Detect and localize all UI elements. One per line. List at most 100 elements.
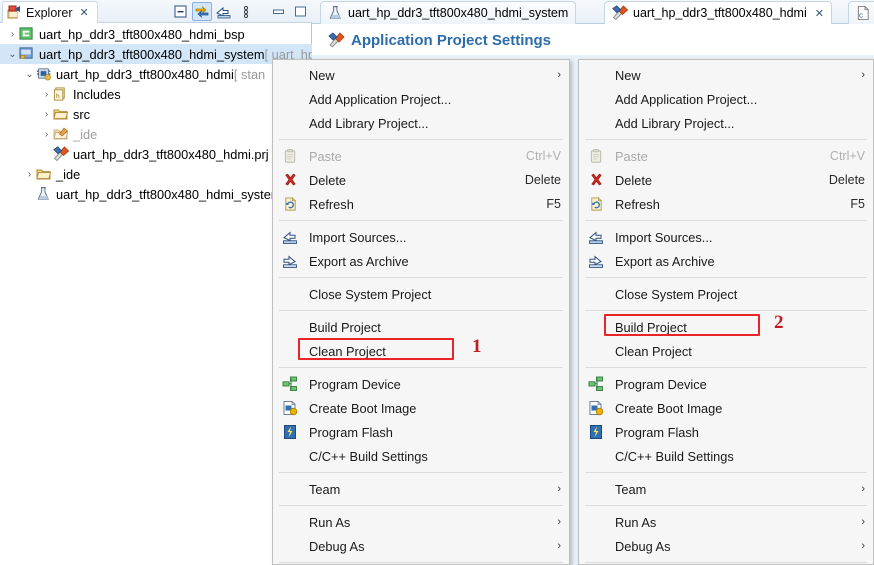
build-menu-item-cpp-build-settings[interactable]: C/C++ Build Settings <box>579 444 873 468</box>
tree-item-uart-hp-ddr3-tft800x480-hdmi[interactable]: ⌄ uart_hp_ddr3_tft800x480_hdmi [ stan <box>0 64 312 84</box>
tree-item-label: uart_hp_ddr3_tft800x480_hdmi_system <box>39 46 265 62</box>
build-menu-item-clean-project[interactable]: Clean Project <box>579 339 873 363</box>
clean-menu-item-import-sources[interactable]: Import Sources... <box>273 225 569 249</box>
editor-tab-0[interactable]: uart_hp_ddr3_tft800x480_hdmi_system <box>320 1 577 24</box>
prj-file-icon <box>612 5 628 21</box>
submenu-arrow-icon: › <box>557 69 561 81</box>
context-menu-build[interactable]: New › Add Application Project... Add Librar… <box>578 59 874 565</box>
chevron-right-icon[interactable]: › <box>23 169 36 180</box>
menu-separator <box>279 277 563 278</box>
menu-item-label: Delete <box>309 172 346 188</box>
tab-explorer[interactable]: Explorer ✕ <box>2 1 98 23</box>
clean-menu-item-program-flash[interactable]: Program Flash <box>273 420 569 444</box>
maximize-icon[interactable] <box>290 2 310 21</box>
chevron-right-icon[interactable]: › <box>40 89 53 100</box>
tree-item-label: _ide <box>73 126 98 142</box>
build-menu-item-program-device[interactable]: Program Device <box>579 372 873 396</box>
import-icon[interactable] <box>214 2 234 21</box>
editor-tab-2[interactable]: cmai <box>848 1 874 24</box>
clean-menu-item-debug-as[interactable]: Debug As › <box>273 534 569 558</box>
clean-menu-item-build-project[interactable]: Build Project <box>273 315 569 339</box>
build-menu-item-import-sources[interactable]: Import Sources... <box>579 225 873 249</box>
clean-menu-item-new[interactable]: New › <box>273 63 569 87</box>
clean-menu-item-create-boot-image[interactable]: Create Boot Image <box>273 396 569 420</box>
tree-item-uart-hp-ddr3-tft800x480-hdmi-prj[interactable]: uart_hp_ddr3_tft800x480_hdmi.prj <box>0 144 312 164</box>
explorer-toolbar <box>170 1 310 22</box>
menu-separator <box>585 310 867 311</box>
link-with-editor-icon[interactable] <box>192 2 212 21</box>
project-tree[interactable]: › uart_hp_ddr3_tft800x480_hdmi_bsp ⌄ uart_h… <box>0 24 322 204</box>
menu-item-no-icon <box>279 115 301 131</box>
tree-item-src[interactable]: › src <box>0 104 312 124</box>
delete-icon <box>585 172 607 188</box>
clean-menu-item-add-library-project[interactable]: Add Library Project... <box>273 111 569 135</box>
folder-icon <box>53 106 70 122</box>
clean-menu-item-close-system-project[interactable]: Close System Project <box>273 282 569 306</box>
build-menu-item-delete[interactable]: Delete Delete <box>579 168 873 192</box>
menu-item-no-icon <box>585 91 607 107</box>
clean-menu-item-run-as[interactable]: Run As › <box>273 510 569 534</box>
paste-icon <box>279 148 301 164</box>
clean-menu-item-cpp-build-settings[interactable]: C/C++ Build Settings <box>273 444 569 468</box>
view-menu-icon[interactable] <box>236 2 256 21</box>
menu-item-label: Paste <box>309 148 342 164</box>
clean-menu-item-clean-project[interactable]: Clean Project <box>273 339 569 363</box>
build-menu-item-new[interactable]: New › <box>579 63 873 87</box>
close-icon[interactable]: ✕ <box>80 6 89 19</box>
menu-item-no-icon <box>279 319 301 335</box>
build-menu-item-refresh[interactable]: Refresh F5 <box>579 192 873 216</box>
chevron-right-icon[interactable]: › <box>40 109 53 120</box>
menu-separator <box>585 139 867 140</box>
tree-item--ide[interactable]: › _ide <box>0 164 312 184</box>
tree-item-includes[interactable]: › h Includes <box>0 84 312 104</box>
build-menu-item-program-flash[interactable]: Program Flash <box>579 420 873 444</box>
menu-item-accelerator: Ctrl+V <box>525 149 561 163</box>
clean-menu-item-delete[interactable]: Delete Delete <box>273 168 569 192</box>
tree-item-uart-hp-ddr3-tft800x480-hdmi-system[interactable]: ⌄ uart_hp_ddr3_tft800x480_hdmi_system [ u… <box>0 44 322 64</box>
menu-item-label: Add Application Project... <box>615 91 758 107</box>
clean-menu-item-program-device[interactable]: Program Device <box>273 372 569 396</box>
menu-item-label: New <box>615 67 641 83</box>
menu-item-no-icon <box>279 448 301 464</box>
program-device-icon <box>585 376 607 392</box>
chevron-right-icon[interactable]: › <box>40 129 53 140</box>
build-menu-item-close-system-project[interactable]: Close System Project <box>579 282 873 306</box>
tree-item-suffix: [ stan <box>233 66 266 82</box>
build-menu-item-add-application-project[interactable]: Add Application Project... <box>579 87 873 111</box>
context-menu-clean[interactable]: New › Add Application Project... Add Librar… <box>272 59 570 565</box>
menu-item-label: Debug As <box>615 538 671 554</box>
clean-menu-item-add-application-project[interactable]: Add Application Project... <box>273 87 569 111</box>
build-menu-item-team[interactable]: Team › <box>579 477 873 501</box>
editor-tab-1[interactable]: uart_hp_ddr3_tft800x480_hdmi ✕ <box>604 1 832 24</box>
clean-menu-item-refresh[interactable]: Refresh F5 <box>273 192 569 216</box>
tree-item--ide[interactable]: › _ide <box>0 124 312 144</box>
chevron-down-icon[interactable]: ⌄ <box>6 49 19 60</box>
build-menu-item-create-boot-image[interactable]: Create Boot Image <box>579 396 873 420</box>
bsp-project-icon <box>19 26 36 42</box>
menu-item-label: Delete <box>615 172 652 188</box>
build-menu-item-build-project[interactable]: Build Project <box>579 315 873 339</box>
build-menu-item-add-library-project[interactable]: Add Library Project... <box>579 111 873 135</box>
import-sources-icon <box>279 229 301 245</box>
menu-item-label: Add Library Project... <box>615 115 735 131</box>
tree-item-uart-hp-ddr3-tft800x480-hdmi-bsp[interactable]: › uart_hp_ddr3_tft800x480_hdmi_bsp <box>0 24 312 44</box>
build-menu-item-export-as-archive[interactable]: Export as Archive <box>579 249 873 273</box>
build-menu-item-run-as[interactable]: Run As › <box>579 510 873 534</box>
menu-separator <box>279 139 563 140</box>
menu-item-accelerator: Ctrl+V <box>829 149 865 163</box>
chevron-down-icon[interactable]: ⌄ <box>23 69 36 80</box>
collapse-all-icon[interactable] <box>170 2 190 21</box>
program-flash-icon <box>279 424 301 440</box>
menu-item-accelerator: F5 <box>546 197 561 211</box>
close-icon[interactable]: ✕ <box>815 7 824 20</box>
submenu-arrow-icon: › <box>557 516 561 528</box>
clean-menu-item-team[interactable]: Team › <box>273 477 569 501</box>
build-menu-item-debug-as[interactable]: Debug As › <box>579 534 873 558</box>
menu-item-no-icon <box>585 115 607 131</box>
editor-tab-bar: uart_hp_ddr3_tft800x480_hdmi_system uart_… <box>312 0 874 24</box>
chevron-right-icon[interactable]: › <box>6 29 19 40</box>
refresh-icon <box>279 196 301 212</box>
minimize-icon[interactable] <box>268 2 288 21</box>
tree-item-uart-hp-ddr3-tft800x480-hdmi-system[interactable]: uart_hp_ddr3_tft800x480_hdmi_system <box>0 184 312 204</box>
clean-menu-item-export-as-archive[interactable]: Export as Archive <box>273 249 569 273</box>
